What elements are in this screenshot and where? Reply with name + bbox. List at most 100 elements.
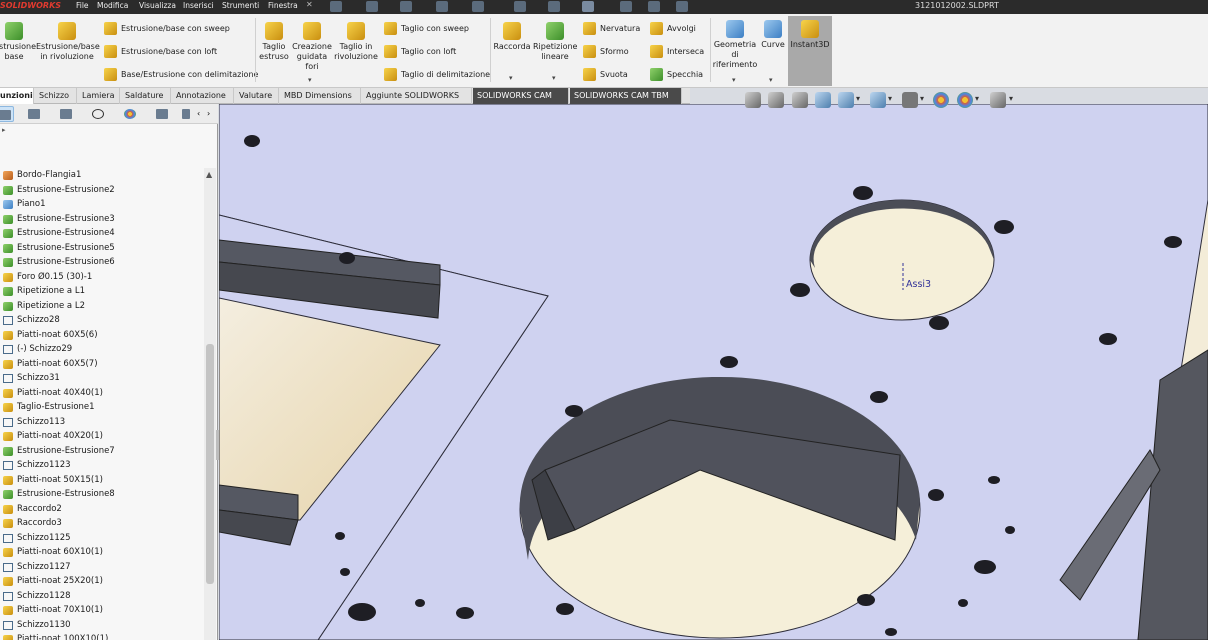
tree-node[interactable]: Piatti-noat 25X20(1) xyxy=(0,574,204,589)
tree-node[interactable]: Schizzo1127 xyxy=(0,560,204,575)
view-settings-monitor-icon[interactable] xyxy=(990,92,1006,108)
tree-node[interactable]: Estrusione-Estrusione5 xyxy=(0,241,204,256)
tab-annotazione[interactable]: Annotazione xyxy=(172,88,234,104)
pin-icon[interactable]: ✕ xyxy=(306,0,313,9)
tab-solidworks-cam-tbm[interactable]: SOLIDWORKS CAM TBM xyxy=(570,88,682,104)
tree-node[interactable]: Raccordo3 xyxy=(0,516,204,531)
swept-cut-button[interactable]: Taglio con sweep xyxy=(384,22,469,35)
menu-inserisci[interactable]: Inserisci xyxy=(183,1,214,10)
tree-node[interactable]: Piano1 xyxy=(0,197,204,212)
tree-node[interactable]: Schizzo31 xyxy=(0,371,204,386)
menu-visualizza[interactable]: Visualizza xyxy=(139,1,176,10)
tree-node[interactable]: Schizzo1125 xyxy=(0,531,204,546)
tab-lamiera[interactable]: Lamiera xyxy=(78,88,120,104)
tree-node[interactable]: Taglio-Estrusione1 xyxy=(0,400,204,415)
revolved-cut-button[interactable]: Taglio in rivoluzione xyxy=(334,22,378,62)
section-view-icon[interactable] xyxy=(815,92,831,108)
chevron-right-icon[interactable]: › xyxy=(207,109,210,118)
edit-appearance-icon[interactable] xyxy=(933,92,949,108)
select-icon[interactable] xyxy=(582,1,594,12)
cam-operation-tab-icon[interactable] xyxy=(180,106,194,122)
chevron-down-icon[interactable]: ▾ xyxy=(732,76,736,84)
tree-node[interactable]: Ripetizione a L1 xyxy=(0,284,204,299)
home-icon[interactable] xyxy=(330,1,342,12)
property-manager-tab-icon[interactable] xyxy=(24,106,44,122)
tree-node[interactable]: Estrusione-Estrusione3 xyxy=(0,212,204,227)
zoom-to-fit-icon[interactable] xyxy=(745,92,761,108)
tree-node[interactable]: Estrusione-Estrusione7 xyxy=(0,444,204,459)
dynamic-annotation-view-icon[interactable] xyxy=(838,92,854,108)
intersect-button[interactable]: Interseca xyxy=(650,45,704,58)
tree-node[interactable]: Piatti-noat 40X20(1) xyxy=(0,429,204,444)
scrollbar-thumb[interactable] xyxy=(206,344,214,584)
tree-node[interactable]: Ripetizione a L2 xyxy=(0,299,204,314)
chevron-left-icon[interactable]: ‹ xyxy=(197,109,200,118)
tree-scrollbar[interactable]: ▲ xyxy=(204,168,216,640)
tree-node[interactable]: Foro Ø0.15 (30)-1 xyxy=(0,270,204,285)
redo-icon[interactable] xyxy=(548,1,560,12)
shell-button[interactable]: Svuota xyxy=(583,68,628,81)
tree-node[interactable]: Piatti-noat 70X10(1) xyxy=(0,603,204,618)
reference-geometry-button[interactable]: Geometria di riferimento xyxy=(712,20,758,70)
chevron-down-icon[interactable]: ▾ xyxy=(888,94,894,110)
chevron-down-icon[interactable]: ▾ xyxy=(509,74,513,82)
tab-aggiunte-solidworks[interactable]: Aggiunte SOLIDWORKS xyxy=(362,88,472,104)
axis-label[interactable]: Assi3 xyxy=(906,279,931,290)
chevron-down-icon[interactable]: ▾ xyxy=(975,94,981,110)
linear-pattern-button[interactable]: Ripetizione lineare xyxy=(533,22,577,62)
draft-button[interactable]: Sformo xyxy=(583,45,629,58)
hole-wizard-button[interactable]: Creazione guidata fori xyxy=(290,22,334,72)
tab-solidworks-cam[interactable]: SOLIDWORKS CAM xyxy=(473,88,569,104)
expand-arrow-icon[interactable]: ▸ xyxy=(2,126,6,134)
tree-node[interactable]: Schizzo28 xyxy=(0,313,204,328)
instant3d-button[interactable]: Instant3D xyxy=(788,16,832,86)
tree-node[interactable]: Raccordo2 xyxy=(0,502,204,517)
tree-node[interactable]: Schizzo113 xyxy=(0,415,204,430)
file-properties-icon[interactable] xyxy=(648,1,660,12)
fillet-button[interactable]: Raccorda xyxy=(492,22,532,52)
boundary-boss-button[interactable]: Base/Estrusione con delimitazione xyxy=(104,68,258,81)
display-manager-tab-icon[interactable] xyxy=(120,106,140,122)
menu-modifica[interactable]: Modifica xyxy=(97,1,128,10)
mirror-button[interactable]: Specchia xyxy=(650,68,703,81)
zoom-to-area-icon[interactable] xyxy=(768,92,784,108)
configuration-manager-tab-icon[interactable] xyxy=(56,106,76,122)
tree-node[interactable]: Estrusione-Estrusione2 xyxy=(0,183,204,198)
print-icon[interactable] xyxy=(472,1,484,12)
open-icon[interactable] xyxy=(400,1,412,12)
tab-valutare[interactable]: Valutare xyxy=(235,88,279,104)
scroll-up-icon[interactable]: ▲ xyxy=(206,170,212,179)
menu-finestra[interactable]: Finestra xyxy=(268,1,298,10)
tree-node[interactable]: Piatti-noat 40X40(1) xyxy=(0,386,204,401)
save-icon[interactable] xyxy=(436,1,448,12)
cam-feature-tree-tab-icon[interactable] xyxy=(152,106,172,122)
tree-node[interactable]: Estrusione-Estrusione4 xyxy=(0,226,204,241)
chevron-down-icon[interactable]: ▾ xyxy=(856,94,862,110)
tree-node[interactable]: Schizzo1128 xyxy=(0,589,204,604)
tree-node[interactable]: Piatti-noat 50X15(1) xyxy=(0,473,204,488)
tree-node[interactable]: Piatti-noat 60X10(1) xyxy=(0,545,204,560)
loft-boss-button[interactable]: Estrusione/base con loft xyxy=(104,45,217,58)
previous-view-icon[interactable] xyxy=(792,92,808,108)
tree-node[interactable]: Piatti-noat 60X5(6) xyxy=(0,328,204,343)
tab-saldature[interactable]: Saldature xyxy=(121,88,171,104)
tree-node[interactable]: Schizzo1130 xyxy=(0,618,204,633)
lofted-cut-button[interactable]: Taglio con loft xyxy=(384,45,456,58)
chevron-down-icon[interactable]: ▾ xyxy=(552,74,556,82)
tab-funzioni[interactable]: unzioni xyxy=(0,88,34,104)
chevron-down-icon[interactable]: ▾ xyxy=(1009,94,1015,110)
tree-node[interactable]: Piatti-noat 100X10(1) xyxy=(0,632,204,640)
graphics-viewport[interactable] xyxy=(219,104,1208,640)
sweep-boss-button[interactable]: Estrusione/base con sweep xyxy=(104,22,230,35)
revolve-boss-button[interactable]: Estrusione/base in rivoluzione xyxy=(36,22,100,62)
rib-button[interactable]: Nervatura xyxy=(583,22,640,35)
tree-node[interactable]: (-) Schizzo29 xyxy=(0,342,204,357)
new-document-icon[interactable] xyxy=(366,1,378,12)
extruded-cut-button[interactable]: Taglio estruso xyxy=(256,22,292,62)
dimxpert-tab-icon[interactable] xyxy=(88,106,108,122)
apply-scene-icon[interactable] xyxy=(957,92,973,108)
tree-node[interactable]: Estrusione-Estrusione6 xyxy=(0,255,204,270)
extrude-boss-button[interactable]: Estrusione base xyxy=(0,22,36,62)
wrap-button[interactable]: Avvolgi xyxy=(650,22,696,35)
display-style-icon[interactable] xyxy=(902,92,918,108)
